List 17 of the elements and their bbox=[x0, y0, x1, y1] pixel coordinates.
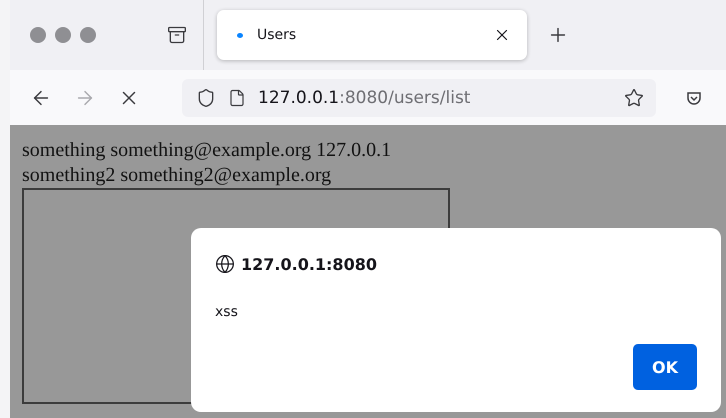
tab-title: Users bbox=[257, 27, 298, 43]
user-entry: something2 something2@example.org bbox=[22, 163, 332, 188]
window-control[interactable] bbox=[80, 27, 96, 43]
shield-icon[interactable] bbox=[196, 88, 216, 108]
ok-button[interactable]: OK bbox=[633, 344, 697, 390]
browser-tab[interactable]: Users bbox=[217, 10, 527, 60]
dialog-message: xss bbox=[215, 304, 239, 320]
window-control[interactable] bbox=[55, 27, 71, 43]
address-bar[interactable]: 127.0.0.1:8080/users/list bbox=[182, 78, 656, 116]
bookmark-star-icon[interactable] bbox=[624, 88, 644, 108]
user-entry: something something@example.org 127.0.0.1 bbox=[22, 138, 392, 163]
tab-overview-icon[interactable] bbox=[167, 25, 187, 45]
globe-icon bbox=[215, 254, 235, 274]
page-icon[interactable] bbox=[228, 88, 246, 106]
url-text: 127.0.0.1:8080/users/list bbox=[258, 88, 472, 108]
dialog-origin: 127.0.0.1:8080 bbox=[241, 254, 377, 274]
window-control[interactable] bbox=[30, 27, 46, 43]
